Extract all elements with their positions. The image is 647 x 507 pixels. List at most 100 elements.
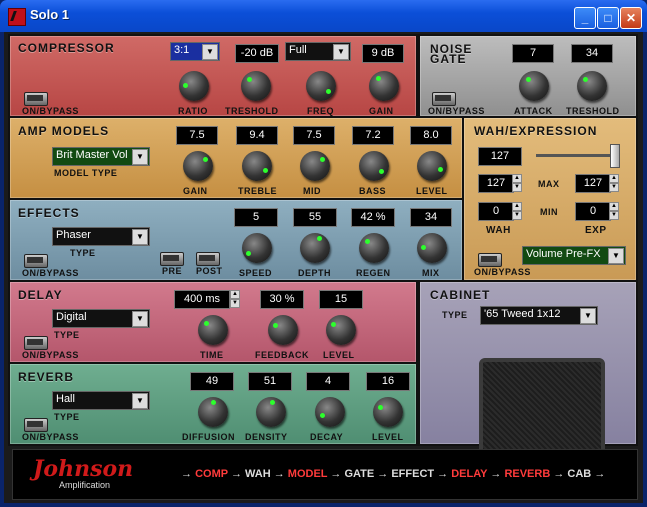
chain-delay[interactable]: DELAY <box>451 468 487 480</box>
chevron-down-icon[interactable]: ▼ <box>132 149 148 165</box>
chevron-down-icon[interactable]: ▼ <box>202 44 218 60</box>
delay-bypass-switch[interactable] <box>24 336 48 350</box>
amp-bass-label: BASS <box>359 186 387 196</box>
amp-bass-knob[interactable] <box>359 151 389 181</box>
chevron-down-icon[interactable]: ▼ <box>580 308 596 324</box>
amp-gain-knob[interactable] <box>183 151 213 181</box>
wah-slider-handle[interactable] <box>610 144 620 168</box>
pre-label: PRE <box>162 266 183 276</box>
wah-min-display[interactable]: 0 <box>478 202 514 221</box>
wah-bypass-switch[interactable] <box>478 253 502 267</box>
ratio-knob[interactable] <box>179 71 209 101</box>
gate-threshold-knob[interactable] <box>577 71 607 101</box>
feedback-knob[interactable] <box>268 315 298 345</box>
diffusion-knob[interactable] <box>198 397 228 427</box>
mix-display: 34 <box>410 208 452 227</box>
reverb-type-select[interactable]: Hall ▼ <box>52 391 150 410</box>
depth-knob[interactable] <box>300 233 330 263</box>
delay-level-knob[interactable] <box>326 315 356 345</box>
amp-level-knob[interactable] <box>417 151 447 181</box>
noise-gate-panel: NOISE GATE 7 34 ON/BYPASS ATTACK TRESHOLD <box>418 34 638 118</box>
speed-label: SPEED <box>239 268 273 278</box>
arrow-icon: → <box>594 468 606 480</box>
compressor-bypass-switch[interactable] <box>24 92 48 106</box>
delay-time-display[interactable]: 400 ms <box>174 290 230 309</box>
exp-max-display[interactable]: 127 <box>575 174 611 193</box>
chain-wah[interactable]: WAH <box>245 468 271 480</box>
gain-knob[interactable] <box>369 71 399 101</box>
attack-knob[interactable] <box>519 71 549 101</box>
reverb-title: REVERB <box>18 370 75 384</box>
decay-display: 4 <box>306 372 350 391</box>
wah-panel: WAH/EXPRESSION 127 127 ▲ ▼ MAX 127 ▲ ▼ 0 ▲… <box>462 116 638 282</box>
exp-max-spinner[interactable]: ▲ ▼ <box>609 174 619 192</box>
compressor-bypass-label: ON/BYPASS <box>22 106 79 116</box>
chain-effect[interactable]: EFFECT <box>391 468 434 480</box>
wah-min-spinner[interactable]: ▲ ▼ <box>512 202 522 220</box>
speed-display: 5 <box>234 208 278 227</box>
density-knob[interactable] <box>256 397 286 427</box>
gate-bypass-switch[interactable] <box>432 92 456 106</box>
freq-select[interactable]: Full ▼ <box>285 42 351 61</box>
cabinet-type-value: '65 Tweed 1x12 <box>484 308 561 320</box>
amp-treble-knob[interactable] <box>242 151 272 181</box>
wah-max-spinner[interactable]: ▲ ▼ <box>512 174 522 192</box>
regen-knob[interactable] <box>359 233 389 263</box>
wah-max-display[interactable]: 127 <box>478 174 514 193</box>
volume-mode-select[interactable]: Volume Pre-FX ▼ <box>522 246 626 265</box>
post-switch[interactable] <box>196 252 220 266</box>
volume-mode-value: Volume Pre-FX <box>526 248 601 260</box>
amp-gain-label: GAIN <box>183 186 208 196</box>
amp-mid-knob[interactable] <box>300 151 330 181</box>
exp-min-display[interactable]: 0 <box>575 202 611 221</box>
effects-title: EFFECTS <box>18 206 80 220</box>
reverb-level-knob[interactable] <box>373 397 403 427</box>
close-button[interactable]: ✕ <box>620 7 642 29</box>
delay-type-label: TYPE <box>54 330 80 340</box>
chain-reverb[interactable]: REVERB <box>504 468 550 480</box>
delay-title: DELAY <box>18 288 63 302</box>
effects-bypass-switch[interactable] <box>24 254 48 268</box>
chain-model[interactable]: MODEL <box>288 468 328 480</box>
chevron-down-icon[interactable]: ▼ <box>608 248 624 264</box>
chevron-down-icon[interactable]: ▼ <box>333 44 349 60</box>
diffusion-display: 49 <box>190 372 234 391</box>
depth-label: DEPTH <box>298 268 332 278</box>
chain-cab[interactable]: CAB <box>567 468 591 480</box>
threshold-label: TRESHOLD <box>225 106 279 116</box>
effects-panel: EFFECTS Phaser ▼ TYPE 5 55 42 % 34 PRE PO… <box>8 198 464 282</box>
cabinet-type-select[interactable]: '65 Tweed 1x12 ▼ <box>480 306 598 325</box>
pre-switch[interactable] <box>160 252 184 266</box>
freq-knob[interactable] <box>306 71 336 101</box>
chevron-down-icon[interactable]: ▼ <box>132 229 148 245</box>
mix-knob[interactable] <box>417 233 447 263</box>
speed-knob[interactable] <box>242 233 272 263</box>
decay-knob[interactable] <box>315 397 345 427</box>
delay-time-spinner[interactable]: ▲ ▼ <box>230 290 240 308</box>
effects-type-select[interactable]: Phaser ▼ <box>52 227 150 246</box>
amp-models-title: AMP MODELS <box>18 124 110 138</box>
arrow-icon: → <box>377 468 389 480</box>
feedback-label: FEEDBACK <box>255 350 310 360</box>
signal-chain-bar: Johnson Amplification → COMP → WAH → MOD… <box>12 449 638 500</box>
chain-gate[interactable]: GATE <box>344 468 374 480</box>
wah-position-display: 127 <box>478 147 522 166</box>
compressor-title: COMPRESSOR <box>18 41 115 55</box>
ratio-select[interactable]: 3:1 ▼ <box>170 42 220 61</box>
title-bar[interactable]: Solo 1 _ □ ✕ <box>0 0 647 32</box>
wah-slider-track[interactable] <box>536 154 620 157</box>
threshold-knob[interactable] <box>241 71 271 101</box>
delay-type-select[interactable]: Digital ▼ <box>52 309 150 328</box>
delay-time-knob[interactable] <box>198 315 228 345</box>
minimize-button[interactable]: _ <box>574 7 596 29</box>
delay-type-value: Digital <box>56 311 87 323</box>
model-type-select[interactable]: Brit Master Vol ▼ <box>52 147 150 166</box>
reverb-bypass-switch[interactable] <box>24 418 48 432</box>
maximize-button[interactable]: □ <box>597 7 619 29</box>
chain-comp[interactable]: COMP <box>195 468 228 480</box>
gate-threshold-label: TRESHOLD <box>566 106 620 116</box>
chevron-down-icon[interactable]: ▼ <box>132 311 148 327</box>
window-title: Solo 1 <box>30 7 70 22</box>
exp-min-spinner[interactable]: ▲ ▼ <box>609 202 619 220</box>
chevron-down-icon[interactable]: ▼ <box>132 393 148 409</box>
